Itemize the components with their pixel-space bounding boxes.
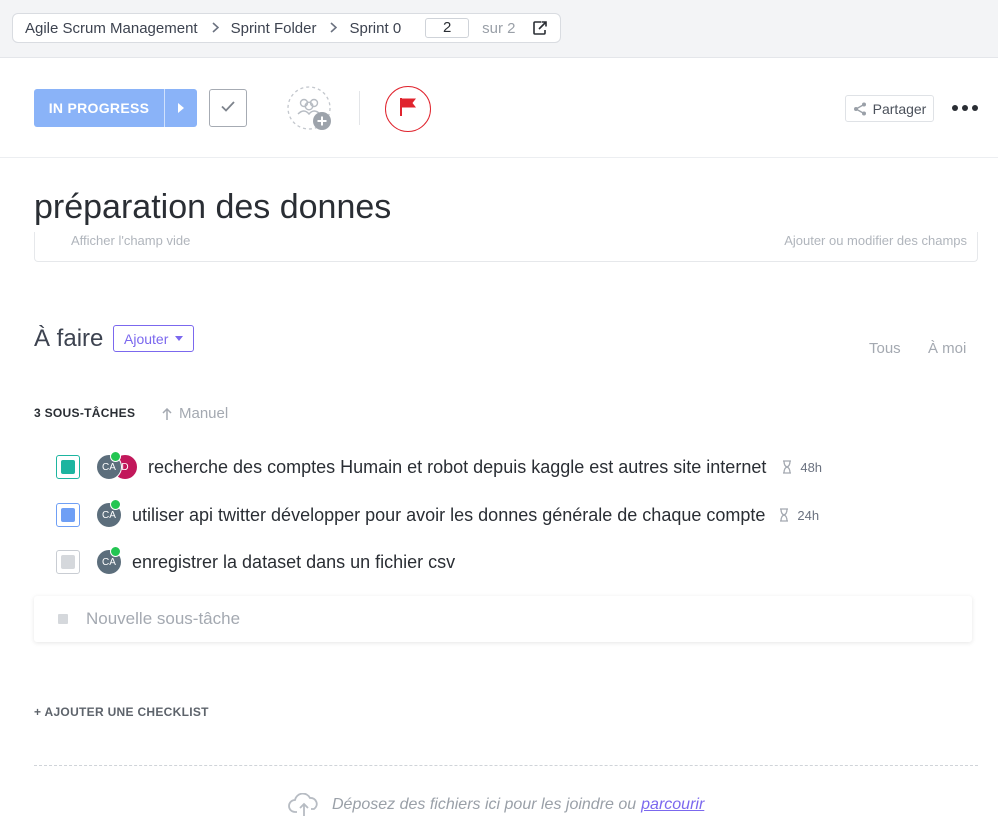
dropzone-text: Déposez des fichiers ici pour les joindr… — [332, 796, 637, 813]
time-estimate-value: 48h — [800, 459, 823, 475]
status-square-icon — [58, 614, 68, 624]
add-assignee-icon — [287, 86, 333, 136]
breadcrumb-item-space[interactable]: Agile Scrum Management — [25, 20, 198, 37]
edit-fields-link[interactable]: Ajouter ou modifier des champs — [784, 233, 967, 248]
status-button[interactable]: IN PROGRESS — [34, 89, 197, 127]
subtask-row[interactable]: CA utiliser api twitter développer pour … — [56, 499, 819, 529]
todo-heading: À faire — [34, 325, 104, 352]
task-toolbar: IN PROGRESS Partager — [0, 58, 998, 158]
chevron-right-icon — [212, 21, 219, 36]
subtask-status-checkbox[interactable] — [56, 550, 80, 574]
subtask-name[interactable]: enregistrer la dataset dans un fichier c… — [132, 552, 455, 573]
subtask-status-checkbox[interactable] — [56, 503, 80, 527]
subtask-name[interactable]: utiliser api twitter développer pour avo… — [132, 505, 765, 526]
check-icon — [221, 99, 235, 117]
subtask-status-checkbox[interactable] — [56, 455, 80, 479]
page-number-input[interactable]: 2 — [425, 18, 470, 38]
dropzone-content: Déposez des fichiers ici pour les joindr… — [288, 793, 704, 817]
file-dropzone[interactable]: Déposez des fichiers ici pour les joindr… — [0, 765, 998, 833]
show-empty-fields-link[interactable]: Afficher l'champ vide — [71, 233, 190, 248]
sort-toggle[interactable]: Manuel — [162, 405, 228, 422]
flag-icon — [399, 97, 417, 122]
task-title[interactable]: préparation des donnes — [34, 188, 391, 227]
chevron-right-icon — [330, 21, 338, 36]
online-status-dot — [110, 546, 121, 557]
online-status-dot — [110, 499, 121, 510]
page-total-label: sur 2 — [482, 19, 516, 37]
new-subtask-placeholder: Nouvelle sous-tâche — [86, 609, 241, 628]
time-estimate-value: 24h — [797, 507, 820, 523]
add-dropdown-label: Ajouter — [124, 330, 169, 347]
subtask-assignees[interactable]: CA — [96, 499, 122, 528]
filter-me[interactable]: À moi — [928, 340, 966, 357]
sort-label: Manuel — [179, 405, 229, 422]
new-subtask-input[interactable]: Nouvelle sous-tâche — [34, 596, 972, 642]
arrow-up-icon — [162, 407, 172, 420]
add-dropdown-button[interactable]: Ajouter — [113, 325, 195, 352]
breadcrumb: Agile Scrum Management Sprint Folder Spr… — [12, 13, 561, 43]
share-button[interactable]: Partager — [845, 95, 934, 122]
priority-button[interactable] — [385, 86, 431, 132]
subtask-assignees[interactable]: CA D — [96, 451, 138, 480]
online-status-dot — [110, 451, 121, 462]
breadcrumb-item-list[interactable]: Sprint 0 — [349, 20, 401, 37]
share-icon — [853, 102, 866, 115]
share-label: Partager — [872, 100, 927, 117]
caret-right-icon[interactable] — [164, 89, 197, 127]
top-bar: Agile Scrum Management Sprint Folder Spr… — [0, 0, 998, 58]
time-estimate[interactable]: 48h — [782, 460, 822, 475]
custom-fields-card: Afficher l'champ vide Ajouter ou modifie… — [34, 232, 978, 262]
hourglass-icon — [783, 460, 792, 474]
time-estimate[interactable]: 24h — [779, 508, 819, 523]
hourglass-icon — [780, 508, 789, 522]
subtasks-count: 3 SOUS-TÂCHES — [34, 406, 136, 420]
subtask-name[interactable]: recherche des comptes Humain et robot de… — [148, 457, 766, 478]
subtask-row[interactable]: CA D recherche des comptes Humain et rob… — [56, 451, 822, 481]
add-checklist-button[interactable]: + AJOUTER UNE CHECKLIST — [34, 705, 209, 719]
chevron-down-icon — [175, 336, 184, 341]
complete-button[interactable] — [209, 89, 247, 127]
browse-link[interactable]: parcourir — [641, 796, 704, 814]
toolbar-divider — [359, 91, 360, 125]
breadcrumb-item-folder[interactable]: Sprint Folder — [231, 20, 317, 37]
more-icon[interactable] — [952, 98, 978, 118]
status-label: IN PROGRESS — [48, 100, 150, 116]
subtask-assignees[interactable]: CA — [96, 546, 122, 575]
filter-all[interactable]: Tous — [869, 340, 901, 357]
dropzone-border — [34, 765, 978, 766]
exit-icon[interactable] — [532, 20, 548, 36]
cloud-upload-icon — [288, 793, 318, 816]
subtask-row[interactable]: CA enregistrer la dataset dans un fichie… — [56, 546, 455, 576]
add-assignee-button[interactable] — [287, 86, 333, 132]
